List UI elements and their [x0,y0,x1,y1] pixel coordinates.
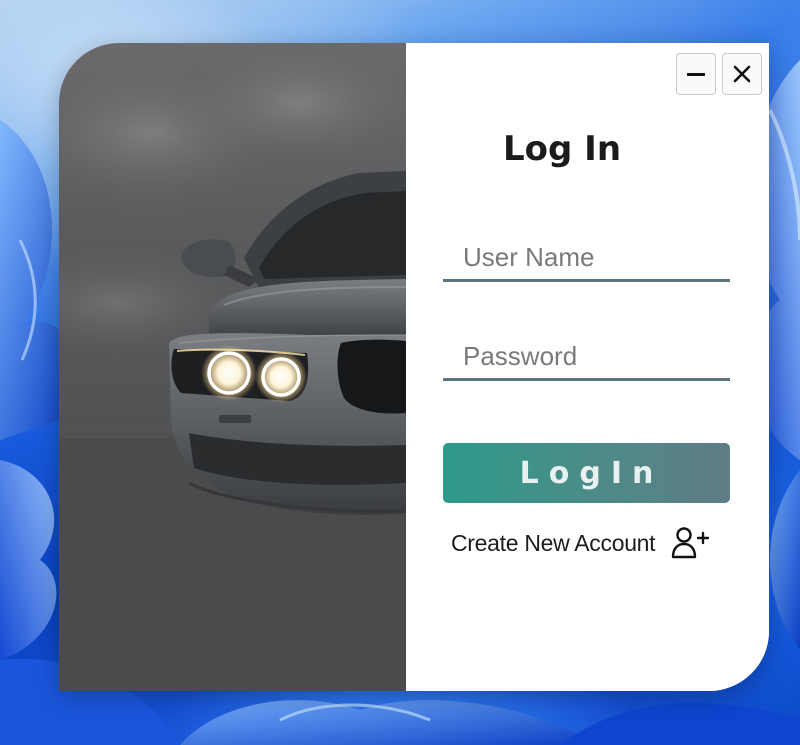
close-icon [732,64,752,84]
login-button[interactable]: LogIn [443,443,730,503]
car-illustration [59,43,406,691]
page-title: Log In [502,129,622,169]
minimize-icon [687,72,705,76]
password-input[interactable] [443,335,730,381]
create-account-link[interactable]: Create New Account [451,526,710,560]
login-form-panel: Log In LogIn Create New Account [406,43,769,691]
login-window: Log In LogIn Create New Account [59,43,769,691]
car-photo [59,43,406,691]
create-account-label: Create New Account [451,529,656,556]
close-button[interactable] [722,53,762,95]
minimize-button[interactable] [676,53,716,95]
add-user-icon [671,526,710,560]
username-input[interactable] [443,236,730,282]
